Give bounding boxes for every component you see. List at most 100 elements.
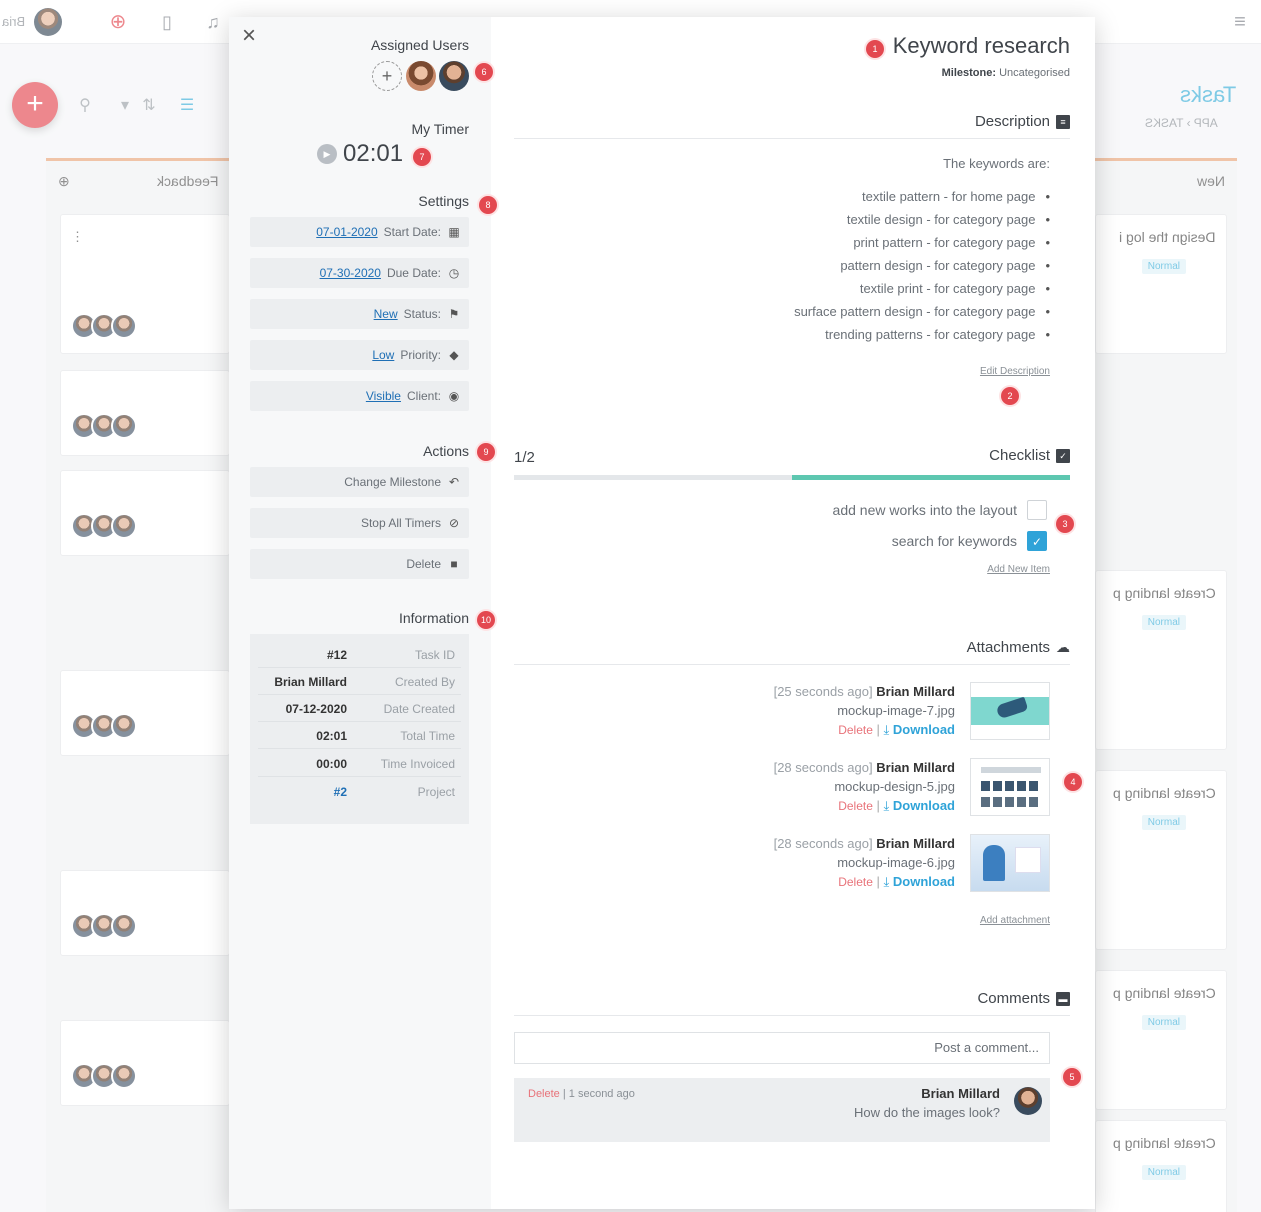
attachment-author: Brian Millard bbox=[876, 684, 955, 699]
client-visibility-label: Client: bbox=[406, 389, 441, 403]
delete-task-label: Delete bbox=[406, 557, 441, 571]
settings-title: Settings bbox=[418, 193, 469, 209]
step-marker: 2 bbox=[1001, 387, 1019, 405]
list-item: textile print - for category page bbox=[794, 277, 1050, 300]
info-row: Brian Millard Created By bbox=[258, 669, 461, 695]
list-item: surface pattern design - for category pa… bbox=[794, 300, 1050, 323]
list-item: print pattern - for category page bbox=[794, 231, 1050, 254]
change-milestone-button[interactable]: Change Milestone ↶ bbox=[250, 467, 469, 497]
attachment-time: [25 seconds ago] bbox=[773, 684, 873, 699]
checklist-item-text: search for keywords bbox=[891, 533, 1017, 549]
timer-display: 02:01 bbox=[343, 140, 404, 167]
attachment-filename: mockup-image-6.jpg bbox=[837, 855, 955, 870]
client-visibility-button[interactable]: Visible Client: ◉ bbox=[250, 381, 469, 411]
info-value: 00:00 bbox=[316, 757, 347, 771]
attachments-header: Attachments ☁ bbox=[514, 633, 1070, 665]
attachment-time: [28 seconds ago] bbox=[773, 760, 873, 775]
add-attachment-link[interactable]: Add attachment bbox=[980, 915, 1050, 926]
checkbox[interactable] bbox=[1027, 500, 1047, 520]
comment-time: 1 second ago bbox=[568, 1088, 635, 1100]
attachment-download-link[interactable]: Download bbox=[893, 874, 955, 889]
milestone-value: Uncategorised bbox=[999, 67, 1070, 79]
info-key: Time Invoiced bbox=[380, 757, 455, 771]
comments-header: Comments ▬ bbox=[514, 984, 1070, 1016]
status-button[interactable]: New Status: ⚑ bbox=[250, 299, 469, 329]
info-value: 02:01 bbox=[316, 729, 347, 743]
avatar[interactable] bbox=[439, 61, 469, 91]
comment-icon: ▬ bbox=[1056, 991, 1070, 1006]
add-user-button[interactable]: + bbox=[372, 61, 402, 91]
calendar-clock-icon: ◷ bbox=[448, 266, 460, 280]
client-visibility-value: Visible bbox=[365, 389, 401, 403]
stop-all-timers-button[interactable]: Stop All Timers ⊘ bbox=[250, 508, 469, 538]
comment-input[interactable]: Post a comment... bbox=[514, 1032, 1050, 1064]
checklist-progress-fill bbox=[792, 475, 1070, 480]
attachment-time: [28 seconds ago] bbox=[773, 836, 873, 851]
attachment-delete-link[interactable]: Delete bbox=[838, 723, 873, 737]
step-marker: 7 bbox=[413, 148, 431, 166]
comment-text: How do the images look? bbox=[854, 1105, 1000, 1120]
step-marker: 1 bbox=[866, 40, 884, 58]
project-link[interactable]: #2 bbox=[258, 779, 353, 805]
start-date-value: 07-01-2020 bbox=[316, 225, 378, 239]
comment-meta: Delete | 1 second ago bbox=[528, 1088, 635, 1100]
step-marker: 3 bbox=[1056, 515, 1074, 533]
task-sidebar: × Assigned Users + 6 My Timer ▶ 02:01 7 … bbox=[229, 17, 497, 1209]
attachment-thumbnail[interactable] bbox=[970, 834, 1050, 892]
attachment-thumbnail[interactable] bbox=[970, 682, 1050, 740]
description-icon: ≡ bbox=[1056, 114, 1070, 129]
download-icon: ⤓ bbox=[883, 874, 890, 889]
priority-label: Priority: bbox=[400, 348, 441, 362]
info-value: 07-12-2020 bbox=[285, 702, 347, 716]
info-row: 00:00 Time Invoiced bbox=[258, 751, 461, 777]
milestone-label: Milestone: bbox=[941, 67, 996, 79]
priority-button[interactable]: Low Priority: ◆ bbox=[250, 340, 469, 370]
step-marker: 5 bbox=[1063, 1068, 1081, 1086]
info-key: Task ID bbox=[414, 648, 455, 662]
trash-icon: ■ bbox=[450, 557, 458, 571]
start-date-button[interactable]: 07-01-2020 Start Date: ▦ bbox=[250, 217, 469, 247]
information-table: #12 Task ID Brian Millard Created By 07-12… bbox=[250, 634, 469, 824]
undo-icon: ↶ bbox=[448, 475, 460, 489]
attachment-download-link[interactable]: Download bbox=[893, 798, 955, 813]
step-marker: 4 bbox=[1064, 773, 1082, 791]
stop-all-timers-label: Stop All Timers bbox=[360, 516, 441, 530]
checklist-item[interactable]: search for keywords ✓ bbox=[892, 531, 1047, 551]
attachment-item: [25 seconds ago] Brian Millard mockup-im… bbox=[550, 682, 1050, 742]
step-marker: 6 bbox=[475, 63, 493, 81]
edit-description-link[interactable]: Edit Description bbox=[980, 366, 1050, 377]
actions-title: Actions bbox=[423, 443, 469, 459]
info-row: 02:01 Total Time bbox=[258, 723, 461, 749]
comments-title: Comments bbox=[977, 990, 1050, 1007]
add-new-item-link[interactable]: Add New Item bbox=[987, 564, 1050, 575]
task-title: Keyword research bbox=[892, 33, 1070, 58]
due-date-label: Due Date: bbox=[386, 266, 441, 280]
attachment-thumbnail[interactable] bbox=[970, 758, 1050, 816]
status-value: New bbox=[373, 307, 398, 321]
my-timer-title: My Timer bbox=[411, 121, 469, 137]
attachment-author: Brian Millard bbox=[876, 760, 955, 775]
timer-off-icon: ⊘ bbox=[448, 516, 460, 530]
info-row: 07-12-2020 Date Created bbox=[258, 696, 461, 722]
due-date-button[interactable]: 07-30-2020 Due Date: ◷ bbox=[250, 258, 469, 288]
attachment-author: Brian Millard bbox=[876, 836, 955, 851]
attachment-delete-link[interactable]: Delete bbox=[838, 799, 873, 813]
attachment-delete-link[interactable]: Delete bbox=[838, 875, 873, 889]
description-list: textile pattern - for home page textile … bbox=[794, 185, 1050, 346]
attachment-filename: mockup-design-5.jpg bbox=[834, 779, 955, 794]
list-item: textile design - for category page bbox=[794, 208, 1050, 231]
assigned-users-title: Assigned Users bbox=[370, 37, 469, 53]
close-icon[interactable]: × bbox=[237, 24, 261, 49]
download-icon: ⤓ bbox=[883, 722, 890, 737]
play-icon[interactable]: ▶ bbox=[317, 144, 337, 164]
avatar[interactable] bbox=[406, 61, 436, 91]
attachment-download-link[interactable]: Download bbox=[893, 722, 955, 737]
list-item: textile pattern - for home page bbox=[794, 185, 1050, 208]
comment-delete-link[interactable]: Delete bbox=[528, 1088, 560, 1100]
task-modal: × Assigned Users + 6 My Timer ▶ 02:01 7 … bbox=[229, 17, 1095, 1209]
checklist-item[interactable]: add new works into the layout bbox=[833, 500, 1047, 520]
attachment-item: [28 seconds ago] Brian Millard mockup-de… bbox=[550, 758, 1050, 818]
delete-task-button[interactable]: Delete ■ bbox=[250, 549, 469, 579]
checkbox-checked[interactable]: ✓ bbox=[1027, 531, 1047, 551]
step-marker: 10 bbox=[477, 611, 495, 629]
